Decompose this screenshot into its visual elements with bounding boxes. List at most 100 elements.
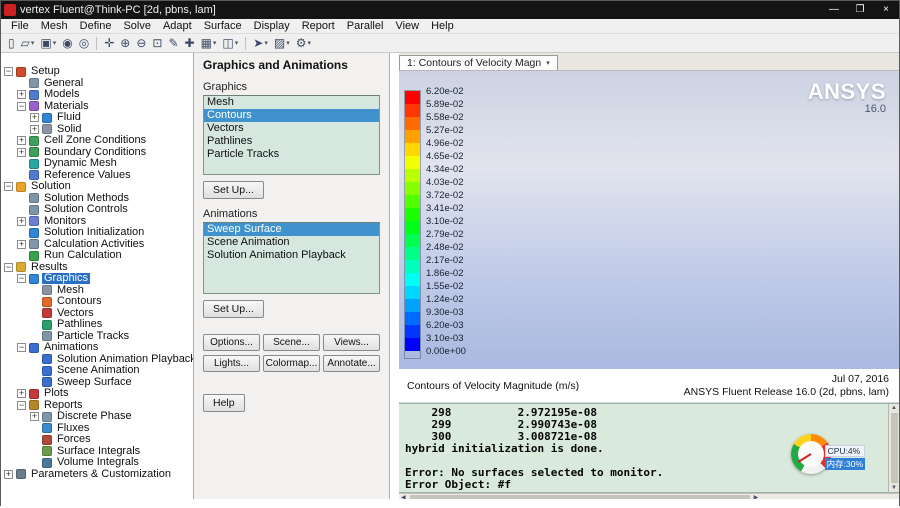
- tree-item-discrete-phase[interactable]: + Discrete Phase: [1, 411, 193, 423]
- expand-icon[interactable]: +: [17, 239, 26, 249]
- menu-parallel[interactable]: Parallel: [341, 19, 390, 33]
- scrollbar-thumb[interactable]: [890, 413, 898, 483]
- palette-icon[interactable]: ▨ ▾: [271, 35, 293, 51]
- chevron-down-icon[interactable]: ▾: [546, 59, 550, 67]
- collapse-icon[interactable]: −: [17, 101, 26, 111]
- zoom-in-icon[interactable]: ⊕: [117, 35, 133, 51]
- scroll-up-icon[interactable]: ▲: [891, 404, 897, 412]
- zoom-fit-icon[interactable]: ⊡: [149, 35, 165, 51]
- open-file-icon[interactable]: ▱ ▾: [18, 35, 38, 51]
- expand-icon[interactable]: +: [30, 113, 39, 123]
- expand-icon[interactable]: +: [17, 136, 26, 146]
- journal-icon[interactable]: ▯: [5, 35, 18, 51]
- tree-item-solution[interactable]: − Solution: [1, 181, 193, 193]
- expand-icon[interactable]: +: [4, 469, 13, 479]
- tree-item-contours[interactable]: Contours: [1, 296, 193, 308]
- help-button[interactable]: Help: [203, 394, 245, 412]
- general-icon: [29, 78, 39, 89]
- menu-display[interactable]: Display: [248, 19, 296, 33]
- tree-item-graphics[interactable]: − Graphics: [1, 273, 193, 285]
- scroll-down-icon[interactable]: ▼: [891, 484, 897, 492]
- tree-item-reference-values[interactable]: Reference Values: [1, 169, 193, 182]
- pan-icon[interactable]: ✛: [101, 35, 117, 51]
- list-item-scene-animation[interactable]: Scene Animation: [204, 236, 379, 249]
- tree-item-fluxes[interactable]: Fluxes: [1, 422, 193, 435]
- colormap-button[interactable]: Colormap...: [263, 355, 320, 372]
- scene-button[interactable]: Scene...: [263, 334, 320, 351]
- tree-item-animations[interactable]: − Animations: [1, 342, 193, 354]
- tree-item-parameters-customization[interactable]: + Parameters & Customization: [1, 468, 193, 481]
- lights-button[interactable]: Lights...: [203, 355, 260, 372]
- close-button[interactable]: ×: [873, 1, 899, 19]
- menu-help[interactable]: Help: [425, 19, 460, 33]
- list-item-mesh[interactable]: Mesh: [204, 96, 379, 109]
- help-icon[interactable]: ◉: [59, 35, 75, 51]
- tree-item-fluid[interactable]: + Fluid: [1, 112, 193, 124]
- list-item-sweep-surface[interactable]: Sweep Surface: [204, 223, 379, 236]
- collapse-icon[interactable]: −: [17, 343, 26, 353]
- menu-surface[interactable]: Surface: [198, 19, 248, 33]
- tree-item-models[interactable]: + Models: [1, 89, 193, 101]
- settings-icon[interactable]: ⚙ ▾: [293, 35, 314, 51]
- tree-item-materials[interactable]: − Materials: [1, 100, 193, 113]
- expand-icon[interactable]: +: [17, 90, 26, 100]
- maximize-button[interactable]: ❐: [847, 1, 873, 19]
- zoom-out-icon[interactable]: ⊖: [133, 35, 149, 51]
- mesh-display-icon[interactable]: ▦ ▾: [198, 35, 220, 51]
- collapse-icon[interactable]: −: [4, 182, 13, 192]
- list-item-pathlines[interactable]: Pathlines: [204, 135, 379, 148]
- tree-item-volume-integrals[interactable]: Volume Integrals: [1, 457, 193, 469]
- menu-file[interactable]: File: [5, 19, 35, 33]
- menu-adapt[interactable]: Adapt: [157, 19, 198, 33]
- tree-item-scene-animation[interactable]: Scene Animation: [1, 365, 193, 377]
- collapse-icon[interactable]: −: [17, 274, 26, 284]
- tree-item-setup[interactable]: − Setup: [1, 66, 193, 78]
- tree-item-general[interactable]: General: [1, 77, 193, 90]
- expand-icon[interactable]: +: [17, 389, 26, 399]
- animations-listbox[interactable]: Sweep Surface Scene Animation Solution Ani…: [203, 222, 380, 294]
- expand-icon[interactable]: +: [17, 147, 26, 157]
- collapse-icon[interactable]: −: [4, 262, 13, 272]
- minimize-button[interactable]: —: [821, 1, 847, 19]
- annotate-button[interactable]: Annotate...: [323, 355, 380, 372]
- list-item-particle-tracks[interactable]: Particle Tracks: [204, 148, 379, 161]
- list-item-contours[interactable]: Contours: [204, 109, 379, 122]
- views-button[interactable]: Views...: [323, 334, 380, 351]
- menu-report[interactable]: Report: [296, 19, 341, 33]
- tree-item-forces[interactable]: Forces: [1, 434, 193, 446]
- graphics-viewport[interactable]: 6.20e-02 5.89e-02 5.58e-02 5.27e-02 4.96e-02…: [399, 71, 899, 369]
- collapse-icon[interactable]: −: [17, 400, 26, 410]
- tree-item-dynamic-mesh[interactable]: Dynamic Mesh: [1, 158, 193, 170]
- expand-icon[interactable]: +: [17, 216, 26, 226]
- graphics-setup-button[interactable]: Set Up...: [203, 181, 264, 199]
- animations-setup-button[interactable]: Set Up...: [203, 300, 264, 318]
- console-vertical-scrollbar[interactable]: ▲ ▼: [888, 404, 899, 492]
- expand-icon[interactable]: +: [30, 412, 39, 422]
- list-item-solution-animation-playback[interactable]: Solution Animation Playback: [204, 249, 379, 262]
- tree-item-solution-controls[interactable]: Solution Controls: [1, 204, 193, 216]
- options-button[interactable]: Options...: [203, 334, 260, 351]
- web-help-icon[interactable]: ◎: [76, 35, 92, 51]
- list-item-vectors[interactable]: Vectors: [204, 122, 379, 135]
- expand-icon[interactable]: +: [30, 124, 39, 134]
- menu-solve[interactable]: Solve: [117, 19, 157, 33]
- console[interactable]: 298 2.972195e-08 299 2.990743e-08 300 3.…: [399, 403, 899, 493]
- vector-display-icon[interactable]: ➤ ▾: [250, 35, 271, 51]
- tree-item-cell-zone-conditions[interactable]: + Cell Zone Conditions: [1, 135, 193, 147]
- tree-item-plots[interactable]: + Plots: [1, 388, 193, 400]
- graphics-window-tab[interactable]: 1: Contours of Velocity Magn ▾: [399, 55, 558, 70]
- tree-item-results[interactable]: − Results: [1, 261, 193, 274]
- graphics-listbox[interactable]: Mesh Contours Vectors Pathlines Particle Tra…: [203, 95, 380, 175]
- measure-icon[interactable]: ✚: [182, 35, 198, 51]
- menu-define[interactable]: Define: [74, 19, 118, 33]
- menu-mesh[interactable]: Mesh: [35, 19, 74, 33]
- tree-item-sweep-surface[interactable]: Sweep Surface: [1, 376, 193, 389]
- collapse-icon[interactable]: −: [4, 67, 13, 77]
- menu-view[interactable]: View: [389, 19, 425, 33]
- save-icon[interactable]: ▣ ▾: [37, 35, 59, 51]
- tree-item-solution-initialization[interactable]: Solution Initialization: [1, 227, 193, 239]
- tree-item-run-calculation[interactable]: Run Calculation: [1, 250, 193, 262]
- tree-item-pathlines[interactable]: Pathlines: [1, 319, 193, 331]
- display-options-icon[interactable]: ◫ ▾: [219, 35, 241, 51]
- probe-icon[interactable]: ✎: [165, 35, 181, 51]
